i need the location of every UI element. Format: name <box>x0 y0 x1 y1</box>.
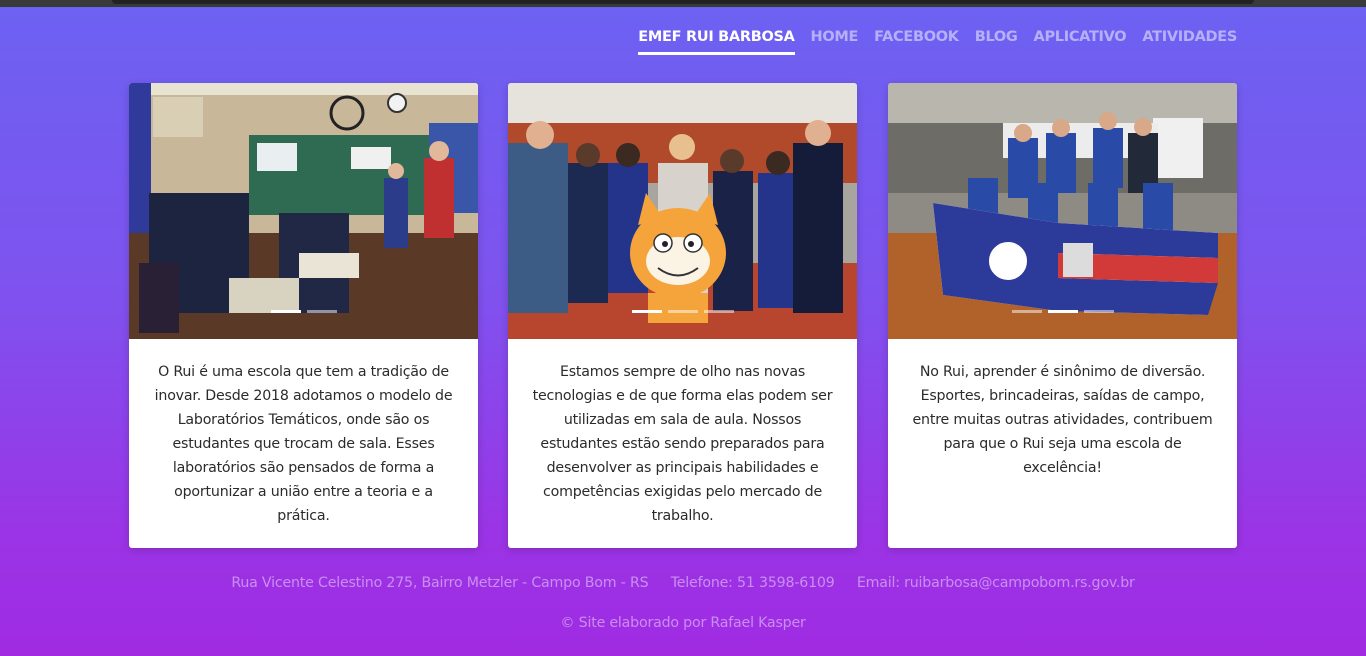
card-description: Estamos sempre de olho nas novas tecnolo… <box>532 364 833 524</box>
carousel-indicator[interactable] <box>667 310 698 313</box>
scratch-group-photo <box>508 83 857 339</box>
footer-contact: Rua Vicente Celestino 275, Bairro Metzle… <box>0 575 1366 591</box>
carousel-indicator[interactable] <box>1011 310 1042 313</box>
card-description: No Rui, aprender é sinônimo de diversão.… <box>912 364 1213 476</box>
carousel-indicators <box>129 310 478 313</box>
carousel-indicator[interactable] <box>270 310 301 313</box>
nav-item-blog[interactable]: BLOG <box>975 29 1018 52</box>
nav-item-aplicativo[interactable]: APLICATIVO <box>1034 29 1127 52</box>
carousel-indicator[interactable] <box>703 310 734 313</box>
carousel-indicators <box>508 310 857 313</box>
carousel-indicators <box>888 310 1237 313</box>
feature-card-diversao: No Rui, aprender é sinônimo de diversão.… <box>888 83 1237 548</box>
carousel-tecnologias <box>508 83 857 339</box>
browser-top-edge <box>0 0 1366 7</box>
footer-credit: © Site elaborado por Rafael Kasper <box>560 615 806 631</box>
footer-email[interactable]: Email: ruibarbosa@campobom.rs.gov.br <box>857 575 1135 591</box>
card-description: O Rui é uma escola que tem a tradição de… <box>154 364 453 524</box>
carousel-diversao <box>888 83 1237 339</box>
classroom-photo <box>129 83 478 339</box>
footer-address: Rua Vicente Celestino 275, Bairro Metzle… <box>231 575 649 591</box>
feature-card-tecnologias: Estamos sempre de olho nas novas tecnolo… <box>508 83 857 548</box>
carousel-indicator[interactable] <box>631 310 662 313</box>
sports-team-photo <box>888 83 1237 339</box>
nav-item-emef-rui-barbosa[interactable]: EMEF RUI BARBOSA <box>638 29 795 55</box>
carousel-indicator[interactable] <box>1083 310 1114 313</box>
browser-top-bar <box>112 0 1254 4</box>
nav-item-atividades[interactable]: ATIVIDADES <box>1142 29 1237 52</box>
nav-item-home[interactable]: HOME <box>811 29 859 52</box>
carousel-indicator[interactable] <box>306 310 337 313</box>
footer-phone[interactable]: Telefone: 51 3598-6109 <box>671 575 835 591</box>
carousel-laboratorios <box>129 83 478 339</box>
carousel-indicator[interactable] <box>1047 310 1078 313</box>
main-navigation: EMEF RUI BARBOSA HOME FACEBOOK BLOG APLI… <box>638 29 1237 55</box>
feature-card-laboratorios: O Rui é uma escola que tem a tradição de… <box>129 83 478 548</box>
nav-item-facebook[interactable]: FACEBOOK <box>874 29 959 52</box>
